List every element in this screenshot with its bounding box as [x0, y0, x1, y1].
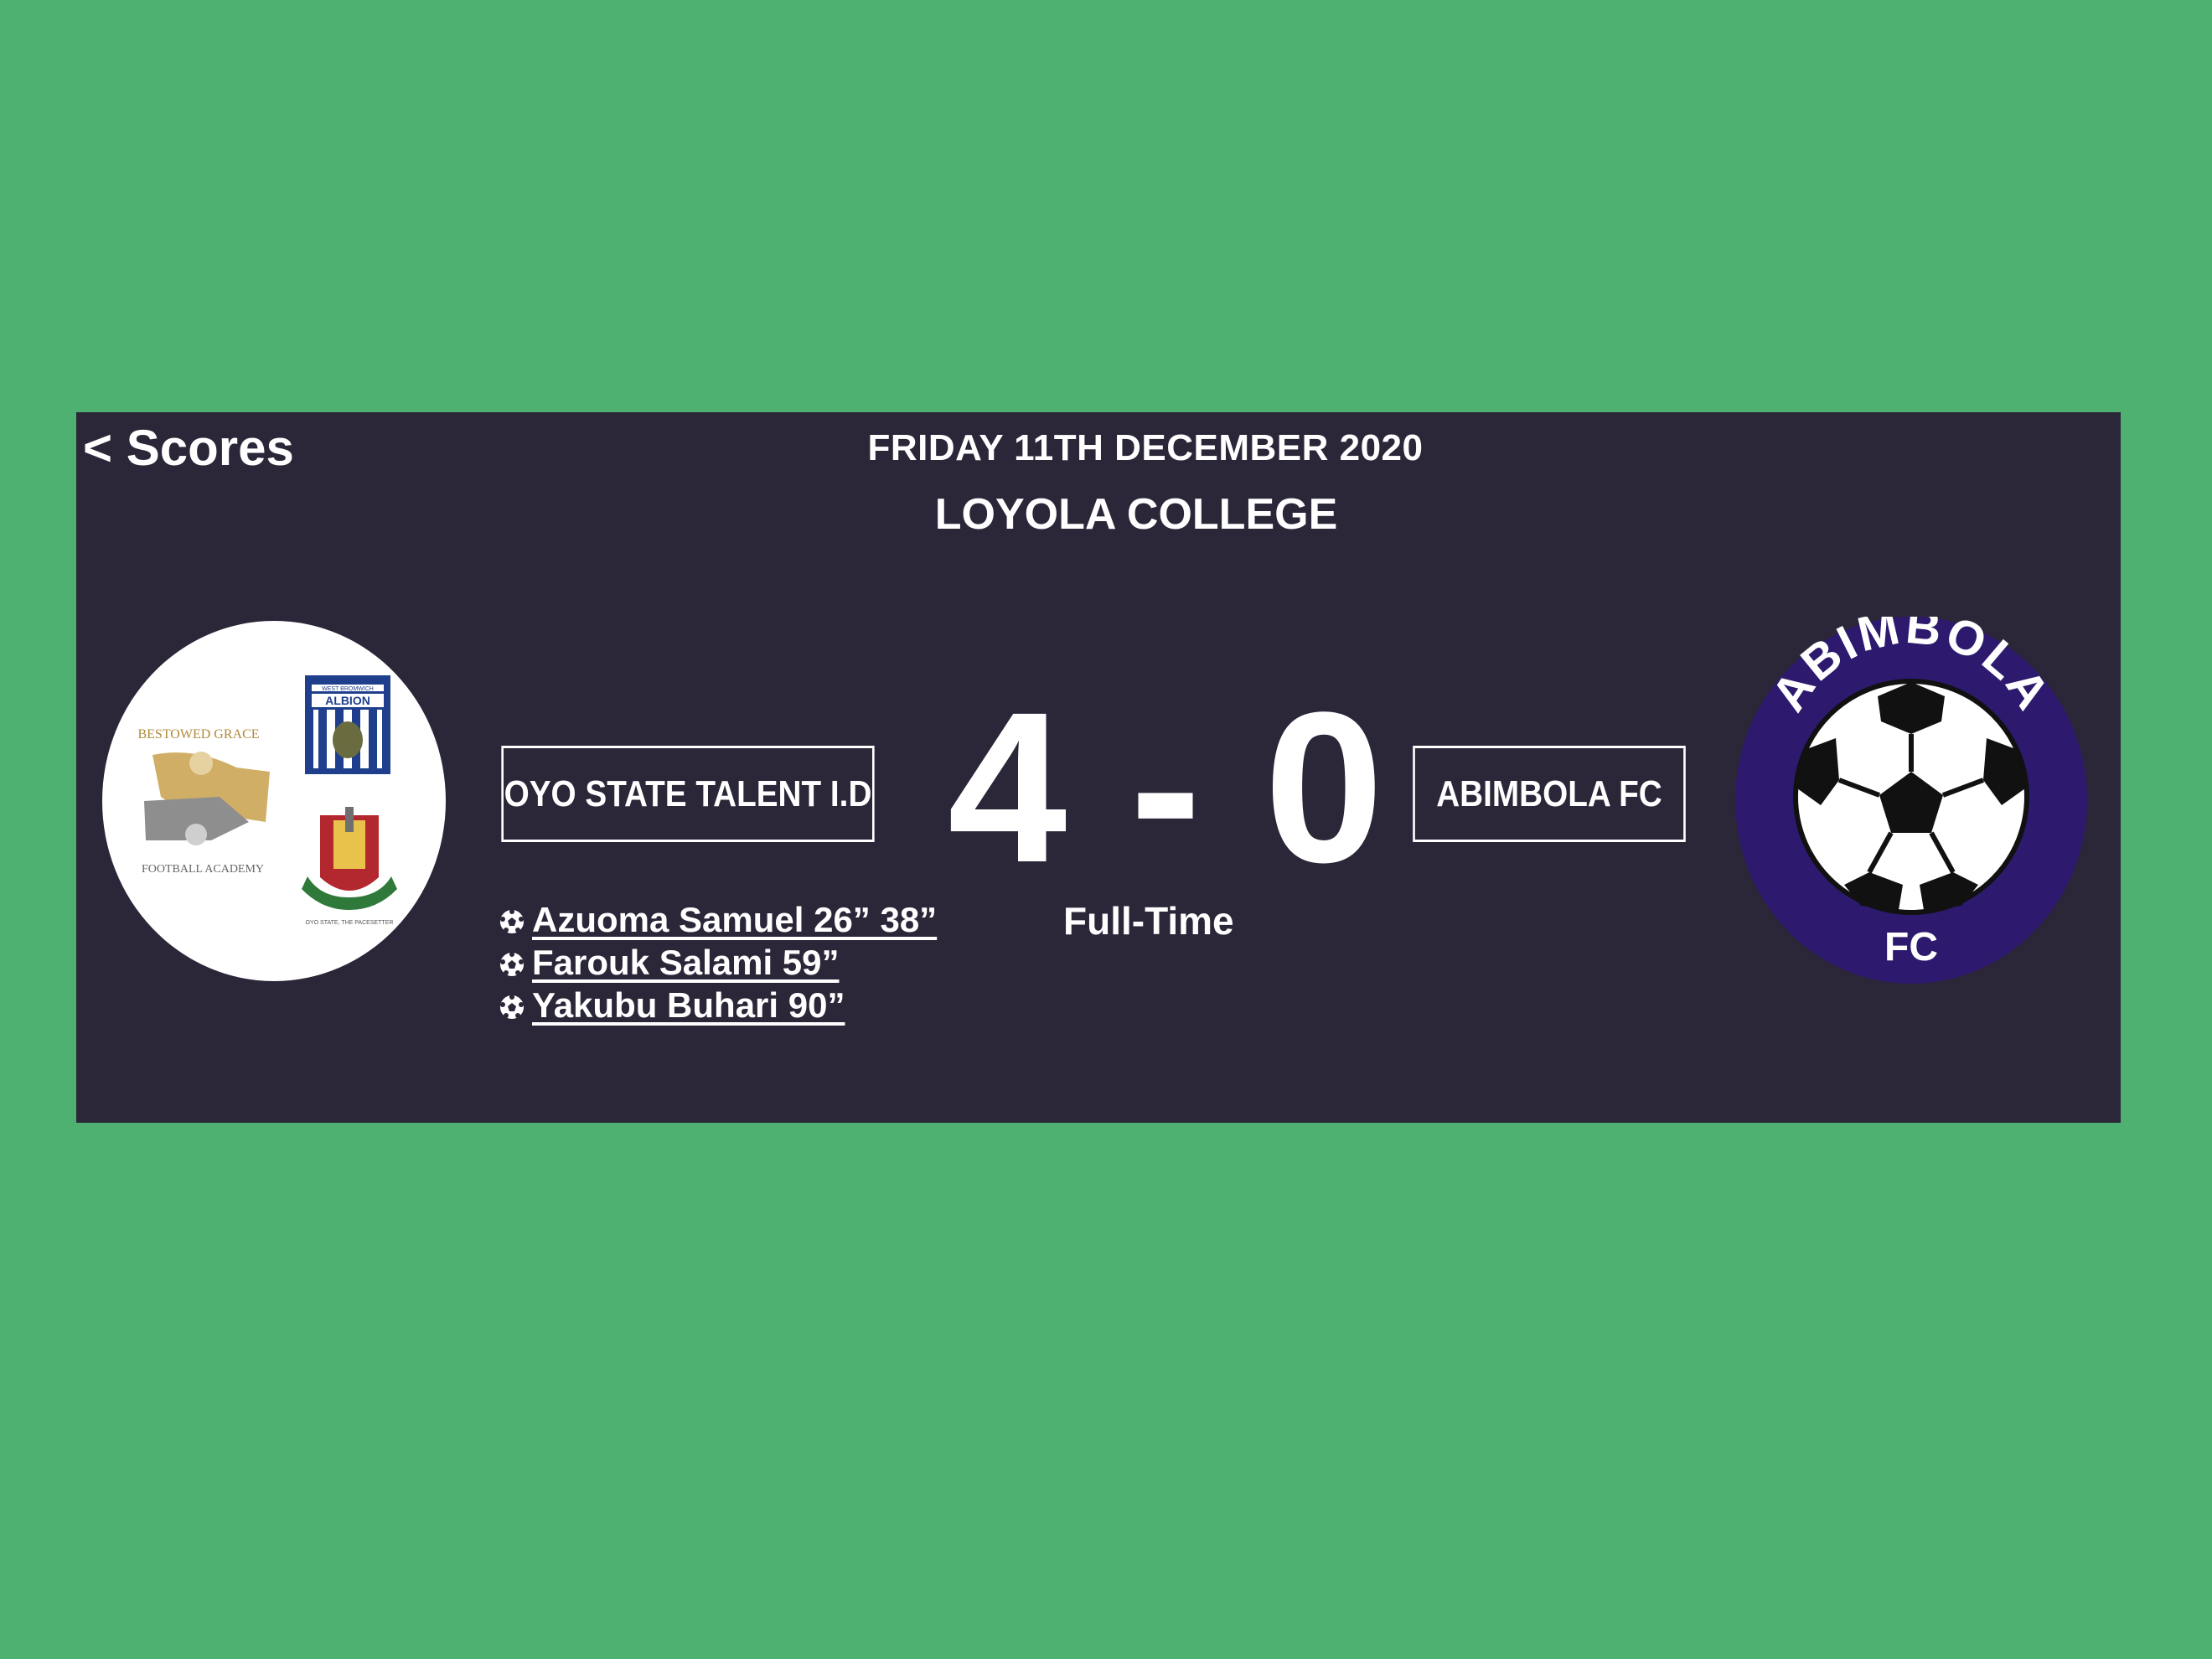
- soccer-ball-icon: [500, 951, 524, 976]
- away-score: 0: [1264, 668, 1386, 907]
- goal-scorers-list: Azuoma Samuel 26” 38” Farouk Salami 59” …: [499, 898, 937, 1026]
- match-venue: LOYOLA COLLEGE: [934, 490, 1338, 539]
- club-badge-text-top: WEST BROMWICH: [322, 686, 374, 692]
- soccer-ball-icon: [500, 908, 524, 933]
- academy-logo: BESTOWED GRACE FOOTBALL ACADEMY: [137, 727, 270, 876]
- match-status: Full-Time: [1063, 899, 1234, 943]
- state-seal-text: OYO STATE, THE PACESETTER: [306, 920, 394, 926]
- academy-logo-text-bottom: FOOTBALL ACADEMY: [142, 863, 264, 876]
- soccer-ball-icon: [1793, 679, 2029, 915]
- scorer-item: Yakubu Buhari 90”: [499, 984, 937, 1026]
- scorer-link[interactable]: Yakubu Buhari 90”: [532, 985, 845, 1026]
- match-scorecard: < Scores FRIDAY 11TH DECEMBER 2020 LOYOL…: [76, 412, 2121, 1123]
- away-crest-bottom-text: FC: [1884, 925, 1938, 969]
- scorer-link[interactable]: Azuoma Samuel 26” 38”: [532, 900, 937, 940]
- scorer-item: Farouk Salami 59”: [499, 941, 937, 984]
- home-score: 4: [948, 668, 1069, 907]
- match-score: 4 - 0: [948, 680, 1383, 895]
- home-team-name[interactable]: OYO STATE TALENT I.D: [501, 746, 875, 842]
- match-date: FRIDAY 11TH DECEMBER 2020: [867, 427, 1424, 468]
- away-team-crest: ABIMBOLA FC: [1735, 599, 2087, 984]
- away-crest-graphic: ABIMBOLA FC: [1735, 599, 2087, 984]
- academy-logo-text-top: BESTOWED GRACE: [137, 727, 259, 742]
- home-team-crest: BESTOWED GRACE FOOTBALL ACADEMY WEST BRO…: [102, 621, 446, 981]
- soccer-ball-icon: [500, 994, 524, 1019]
- scorer-link[interactable]: Farouk Salami 59”: [532, 943, 840, 983]
- away-team-name[interactable]: ABIMBOLA FC: [1413, 746, 1686, 842]
- club-badge: WEST BROMWICH ALBION: [305, 675, 390, 774]
- home-crest-logos: BESTOWED GRACE FOOTBALL ACADEMY WEST BRO…: [137, 675, 397, 926]
- club-badge-text-main: ALBION: [325, 694, 370, 707]
- score-separator: -: [1129, 668, 1203, 907]
- scorer-item: Azuoma Samuel 26” 38”: [499, 898, 937, 941]
- state-seal: OYO STATE, THE PACESETTER: [302, 807, 397, 926]
